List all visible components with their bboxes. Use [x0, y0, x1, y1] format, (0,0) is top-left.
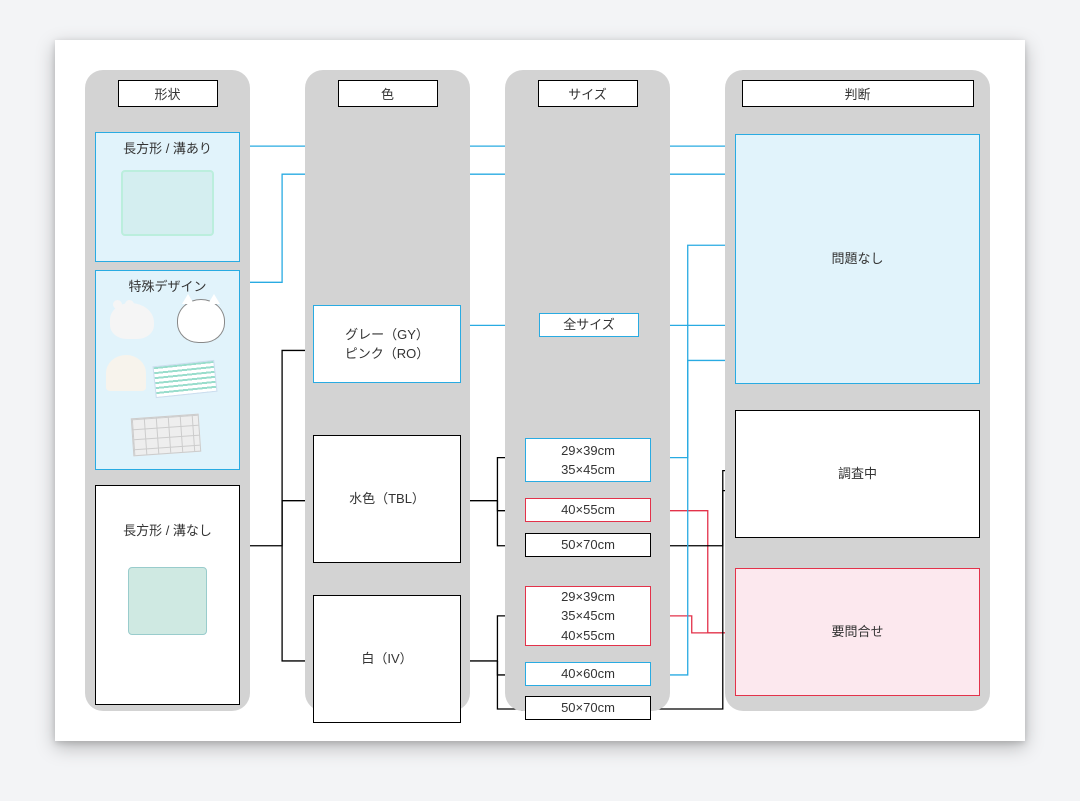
decision-contact-label: 要問合せ	[831, 622, 883, 642]
color-grey-pink: グレー（GY） ピンク（RO）	[313, 305, 461, 383]
stripe-mat-icon	[152, 359, 217, 397]
size-iv-a3-label: 40×55cm	[561, 626, 615, 646]
column-header-shape: 形状	[118, 80, 218, 107]
color-lightblue-label: 水色（TBL）	[349, 489, 425, 509]
cat-icon	[177, 299, 225, 343]
size-all-label: 全サイズ	[563, 315, 615, 335]
decision-ok: 問題なし	[735, 134, 980, 384]
decision-investigating-label: 調査中	[838, 464, 877, 484]
size-tbl-a: 29×39cm 35×45cm	[525, 438, 651, 482]
edge-rectplain-branch	[242, 350, 313, 660]
size-tbl-c: 50×70cm	[525, 533, 651, 557]
color-white: 白（IV）	[313, 595, 461, 723]
shape-rect-groove: 長方形 / 溝あり	[95, 132, 240, 262]
size-tbl-b: 40×55cm	[525, 498, 651, 522]
size-iv-c-label: 50×70cm	[561, 698, 615, 718]
shape-special: 特殊デザイン	[95, 270, 240, 470]
column-header-color: 色	[338, 80, 438, 107]
size-tbl-c-label: 50×70cm	[561, 535, 615, 555]
size-tbl-b-label: 40×55cm	[561, 500, 615, 520]
thumbnail-mat-groove	[104, 159, 231, 248]
decision-contact: 要問合せ	[735, 568, 980, 696]
thumbnail-mat-plain	[104, 541, 231, 661]
size-tbl-a1-label: 29×39cm	[561, 441, 615, 461]
color-lightblue: 水色（TBL）	[313, 435, 461, 563]
decision-investigating: 調査中	[735, 410, 980, 538]
size-iv-a2-label: 35×45cm	[561, 606, 615, 626]
size-iv-c: 50×70cm	[525, 696, 651, 720]
shape-special-label: 特殊デザイン	[128, 277, 206, 297]
shape-rect-plain: 長方形 / 溝なし	[95, 485, 240, 705]
color-grey-label: グレー（GY）	[345, 325, 429, 345]
brick-mat-icon	[131, 413, 201, 456]
bear-icon	[110, 303, 154, 339]
shape-rect-plain-label: 長方形 / 溝なし	[123, 521, 212, 541]
size-iv-a1-label: 29×39cm	[561, 587, 615, 607]
thumbnail-special-designs	[104, 297, 231, 456]
color-white-label: 白（IV）	[361, 649, 412, 669]
size-iv-b: 40×60cm	[525, 662, 651, 686]
column-header-size: サイズ	[538, 80, 638, 107]
shape-rect-groove-label: 長方形 / 溝あり	[123, 139, 212, 159]
diagram-stage: 形状 色 サイズ 判断	[85, 70, 995, 711]
size-iv-a: 29×39cm 35×45cm 40×55cm	[525, 586, 651, 646]
size-all: 全サイズ	[539, 313, 639, 337]
shell-icon	[106, 355, 146, 391]
column-header-decision: 判断	[742, 80, 974, 107]
color-pink-label: ピンク（RO）	[345, 344, 430, 364]
size-iv-b-label: 40×60cm	[561, 664, 615, 684]
size-tbl-a2-label: 35×45cm	[561, 460, 615, 480]
decision-ok-label: 問題なし	[831, 249, 883, 269]
